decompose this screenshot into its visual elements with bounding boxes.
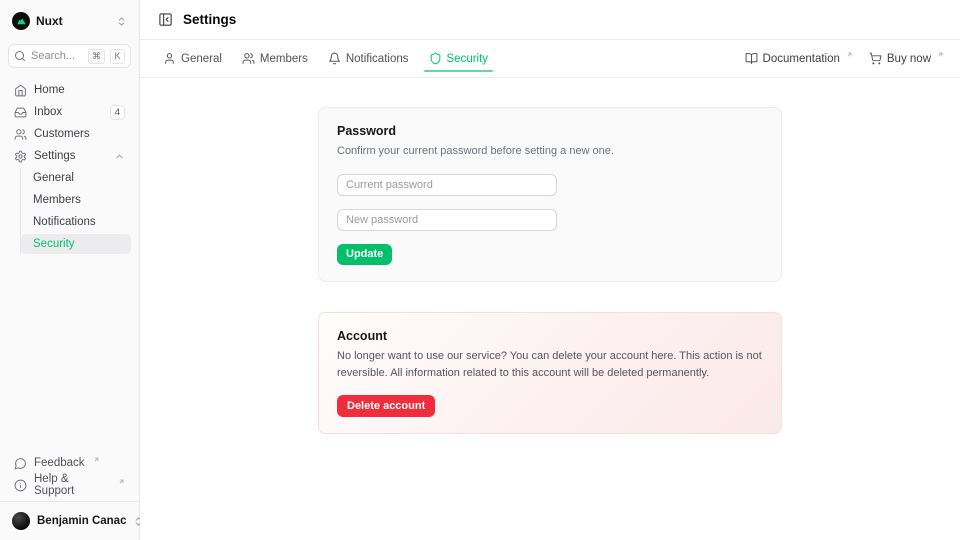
buy-now-link[interactable]: Buy now bbox=[869, 52, 944, 65]
bell-icon bbox=[328, 52, 341, 65]
header-actions: Documentation Buy now bbox=[745, 52, 944, 65]
user-menu[interactable]: Benjamin Canac bbox=[8, 510, 131, 532]
external-link-icon bbox=[93, 456, 100, 463]
external-link-icon bbox=[846, 51, 853, 58]
buy-now-label: Buy now bbox=[887, 53, 931, 65]
tabs-bar: General Members Notifications Security bbox=[140, 40, 960, 78]
sidebar: Nuxt ⌘ K Home Inbox 4 Customers bbox=[0, 0, 140, 540]
inbox-icon bbox=[14, 106, 27, 119]
feedback-link[interactable]: Feedback bbox=[8, 453, 131, 473]
sidebar-footer: Feedback Help & Support Benjamin Canac bbox=[8, 453, 131, 532]
sidebar-item-home[interactable]: Home bbox=[8, 80, 131, 100]
sidebar-subitem-general[interactable]: General bbox=[21, 168, 131, 188]
sidebar-item-inbox[interactable]: Inbox 4 bbox=[8, 102, 131, 122]
sidebar-item-settings[interactable]: Settings bbox=[8, 146, 131, 166]
nuxt-logo-icon bbox=[12, 12, 30, 30]
inbox-count-badge: 4 bbox=[110, 105, 125, 120]
tab-members[interactable]: Members bbox=[235, 40, 315, 77]
sidebar-subitem-label: Members bbox=[33, 194, 81, 206]
page-header: Settings bbox=[140, 0, 960, 40]
chevron-up-icon bbox=[114, 151, 125, 162]
account-card-title: Account bbox=[337, 329, 763, 343]
chevrons-up-down-icon bbox=[116, 16, 127, 27]
gear-icon bbox=[14, 150, 27, 163]
info-circle-icon bbox=[14, 479, 27, 492]
sidebar-divider bbox=[0, 501, 139, 502]
account-card: Account No longer want to use our servic… bbox=[318, 312, 782, 434]
password-card: Password Confirm your current password b… bbox=[318, 107, 782, 282]
help-support-label: Help & Support bbox=[34, 473, 110, 497]
password-card-title: Password bbox=[337, 124, 763, 138]
account-card-description: No longer want to use our service? You c… bbox=[337, 348, 763, 383]
sidebar-subitem-members[interactable]: Members bbox=[21, 190, 131, 210]
external-link-icon bbox=[118, 478, 125, 485]
sidebar-subitem-security[interactable]: Security bbox=[21, 234, 131, 254]
current-password-field[interactable] bbox=[337, 174, 557, 196]
team-switcher[interactable]: Nuxt bbox=[8, 8, 131, 34]
collapse-sidebar-button[interactable] bbox=[156, 10, 175, 29]
users-icon bbox=[14, 128, 27, 141]
user-avatar bbox=[12, 512, 30, 530]
delete-account-button[interactable]: Delete account bbox=[337, 395, 435, 417]
tab-general[interactable]: General bbox=[156, 40, 229, 77]
feedback-label: Feedback bbox=[34, 457, 85, 469]
search-input[interactable] bbox=[31, 50, 83, 62]
sidebar-item-label: Customers bbox=[34, 128, 90, 140]
update-password-button[interactable]: Update bbox=[337, 244, 392, 265]
page-title: Settings bbox=[183, 12, 236, 27]
user-icon bbox=[163, 52, 176, 65]
kbd-meta: ⌘ bbox=[88, 49, 105, 64]
sidebar-subitem-notifications[interactable]: Notifications bbox=[21, 212, 131, 232]
user-name: Benjamin Canac bbox=[37, 515, 126, 527]
tab-label: Notifications bbox=[346, 53, 409, 65]
kbd-k: K bbox=[110, 49, 125, 64]
sidebar-nav: Home Inbox 4 Customers Settings Gene bbox=[8, 80, 131, 256]
external-link-icon bbox=[937, 51, 944, 58]
search-icon bbox=[14, 50, 26, 62]
tab-label: Members bbox=[260, 53, 308, 65]
sidebar-item-label: Inbox bbox=[34, 106, 62, 118]
settings-security-content: Password Confirm your current password b… bbox=[140, 78, 960, 540]
new-password-field[interactable] bbox=[337, 209, 557, 231]
sidebar-item-label: Settings bbox=[34, 150, 76, 162]
settings-tabs: General Members Notifications Security bbox=[156, 40, 495, 77]
main-area: Settings General Members Notifications bbox=[140, 0, 960, 540]
sidebar-item-customers[interactable]: Customers bbox=[8, 124, 131, 144]
message-bubble-icon bbox=[14, 457, 27, 470]
documentation-link[interactable]: Documentation bbox=[745, 52, 853, 65]
app-window: Nuxt ⌘ K Home Inbox 4 Customers bbox=[0, 0, 960, 540]
sidebar-subitem-label: Notifications bbox=[33, 216, 96, 228]
users-icon bbox=[242, 52, 255, 65]
documentation-label: Documentation bbox=[763, 53, 840, 65]
book-open-icon bbox=[745, 52, 758, 65]
search-box[interactable]: ⌘ K bbox=[8, 44, 131, 68]
team-name: Nuxt bbox=[36, 14, 63, 28]
shield-icon bbox=[429, 52, 442, 65]
help-support-link[interactable]: Help & Support bbox=[8, 475, 131, 495]
settings-subnav: General Members Notifications Security bbox=[20, 168, 131, 254]
tab-security[interactable]: Security bbox=[422, 40, 496, 77]
home-icon bbox=[14, 84, 27, 97]
sidebar-subitem-label: General bbox=[33, 172, 74, 184]
sidebar-item-label: Home bbox=[34, 84, 65, 96]
tab-label: General bbox=[181, 53, 222, 65]
shopping-cart-icon bbox=[869, 52, 882, 65]
sidebar-subitem-label: Security bbox=[33, 238, 75, 250]
tab-notifications[interactable]: Notifications bbox=[321, 40, 416, 77]
password-card-description: Confirm your current password before set… bbox=[337, 143, 763, 161]
tab-label: Security bbox=[447, 53, 489, 65]
panel-left-close-icon bbox=[158, 12, 173, 27]
